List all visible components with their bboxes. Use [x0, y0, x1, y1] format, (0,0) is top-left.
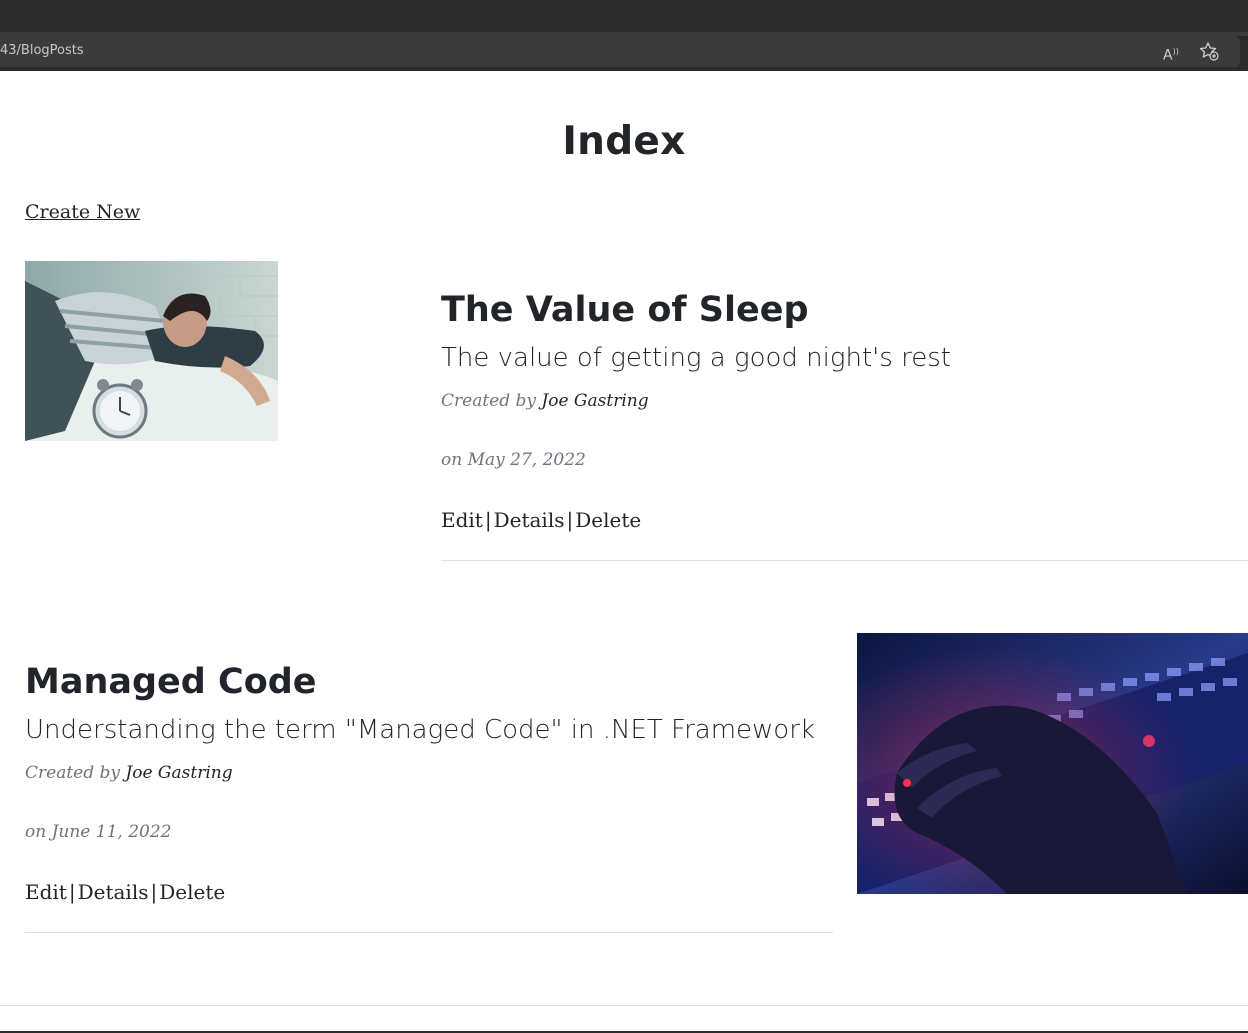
page-title: Index: [562, 119, 686, 164]
post-actions: Edit | Details | Delete: [441, 508, 641, 532]
post-subtitle: The value of getting a good night's rest: [441, 343, 951, 373]
post-title: The Value of Sleep: [441, 290, 809, 330]
post-author-line: Created by Joe Gastring: [441, 391, 649, 411]
post-image-keyboard[interactable]: [857, 633, 1248, 894]
separator: |: [68, 880, 76, 904]
separator: |: [150, 880, 158, 904]
browser-toolbar: 43/BlogPosts A)): [0, 36, 1248, 71]
url-text[interactable]: 43/BlogPosts: [0, 43, 84, 58]
post-image-sleep[interactable]: [25, 261, 278, 441]
delete-link[interactable]: Delete: [575, 508, 641, 532]
create-new-link[interactable]: Create New: [25, 201, 140, 223]
created-by-label: Created by: [25, 763, 120, 783]
read-aloud-icon[interactable]: A)): [1163, 41, 1185, 64]
post-date: on May 27, 2022: [441, 450, 586, 470]
post-actions: Edit | Details | Delete: [25, 880, 225, 904]
created-by-label: Created by: [441, 391, 536, 411]
separator: |: [566, 508, 574, 532]
details-link[interactable]: Details: [494, 508, 565, 532]
delete-link[interactable]: Delete: [159, 880, 225, 904]
address-bar[interactable]: 43/BlogPosts A)): [0, 36, 1240, 67]
post-author: Joe Gastring: [541, 391, 649, 411]
post-author-line: Created by Joe Gastring: [25, 763, 233, 783]
post-subtitle: Understanding the term "Managed Code" in…: [25, 715, 815, 745]
post-divider: [441, 560, 1248, 561]
post-author: Joe Gastring: [125, 763, 233, 783]
browser-titlebar: [0, 0, 1248, 32]
post-title: Managed Code: [25, 662, 317, 702]
details-link[interactable]: Details: [78, 880, 149, 904]
post-date: on June 11, 2022: [25, 822, 172, 842]
add-favorite-icon[interactable]: [1198, 40, 1220, 62]
edit-link[interactable]: Edit: [441, 508, 483, 532]
post-divider: [25, 932, 833, 933]
footer-divider: [0, 1005, 1248, 1006]
edit-link[interactable]: Edit: [25, 880, 67, 904]
separator: |: [484, 508, 492, 532]
